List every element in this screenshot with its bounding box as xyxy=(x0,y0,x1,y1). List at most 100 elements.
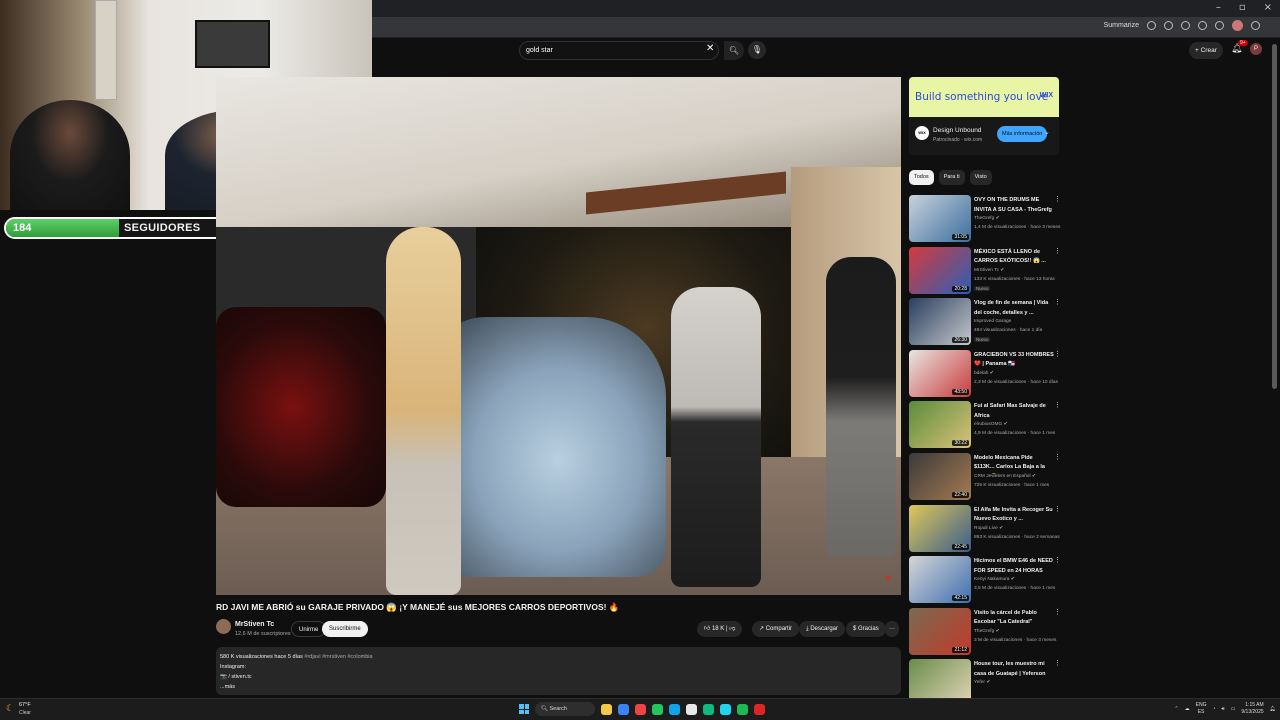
thanks-button[interactable]: $ Gracias xyxy=(846,621,886,637)
more-options-icon[interactable]: ⋮ xyxy=(1054,350,1061,358)
ad-cta-button[interactable]: Más información xyxy=(997,126,1048,142)
more-options-icon[interactable]: ⋮ xyxy=(1054,195,1061,203)
clear-search-icon[interactable]: ✕ xyxy=(706,43,714,54)
extensions-icon[interactable] xyxy=(1198,21,1207,30)
rec-thumbnail[interactable]: 20:28 xyxy=(909,246,971,294)
taskbar-clock[interactable]: 1:15 AM 9/13/2025 xyxy=(1241,702,1263,716)
notification-center-icon[interactable]: 🔔︎ xyxy=(1270,706,1276,712)
rec-channel[interactable]: elrubiusOMG ✔ xyxy=(974,422,1008,427)
more-options-icon[interactable]: ⋮ xyxy=(1054,401,1061,409)
minimize-button[interactable]: – xyxy=(1216,2,1221,13)
more-options-icon[interactable]: ⋮ xyxy=(1054,556,1061,564)
rec-thumbnail[interactable]: 26:30 xyxy=(909,298,971,346)
recommendation-item[interactable]: 22:45 El Alfa Me Invita a Recoger Su Nuev… xyxy=(909,504,1064,557)
rec-title[interactable]: Hicimos el BMW E46 de NEED FOR SPEED en … xyxy=(974,557,1054,576)
description-instagram[interactable]: 📷 / stiven.tc xyxy=(220,672,897,682)
rec-title[interactable]: El Alfa Me Invita a Recoger Su Nuevo Exo… xyxy=(974,506,1054,525)
taskbar-app-icon[interactable] xyxy=(618,703,629,715)
browser-profile-avatar[interactable] xyxy=(1232,20,1243,31)
more-actions-button[interactable]: ··· xyxy=(885,621,899,637)
battery-icon[interactable]: ▭ xyxy=(1231,706,1236,712)
sponsored-ad[interactable]: Build something you love WIX WIX Design … xyxy=(909,77,1059,155)
channel-name[interactable]: MrStiven Tc xyxy=(235,621,274,628)
rec-channel[interactable]: Yefer ✔ xyxy=(974,680,990,685)
taskbar-app-icon[interactable] xyxy=(652,703,663,715)
description-more[interactable]: ...más xyxy=(220,682,897,692)
rec-title[interactable]: Fui al Safari Mas Salvaje de Africa xyxy=(974,402,1054,421)
rec-channel[interactable]: TheGrefg ✔ xyxy=(974,216,1000,221)
search-input[interactable]: gold star xyxy=(519,41,719,60)
tray-chevron-icon[interactable]: ⌃ xyxy=(1174,706,1178,712)
recommendation-item[interactable]: 42:15 Hicimos el BMW E46 de NEED FOR SPEE… xyxy=(909,556,1064,608)
taskbar-app-icon[interactable] xyxy=(720,703,731,715)
rec-title[interactable]: House tour, les muestro mi casa de Guata… xyxy=(974,660,1054,680)
taskbar-app-icon[interactable] xyxy=(669,703,680,715)
star-icon[interactable] xyxy=(1181,21,1190,30)
onedrive-icon[interactable]: ☁ xyxy=(1185,706,1190,712)
extension-icon[interactable] xyxy=(1147,21,1156,30)
create-button[interactable]: + Crear xyxy=(1189,42,1223,59)
rec-title[interactable]: Vlog de fin de semana | Vida del coche, … xyxy=(974,299,1054,318)
taskbar-app-icon[interactable] xyxy=(635,703,646,715)
maximize-button[interactable]: ▫ xyxy=(1239,2,1246,13)
page-scrollbar[interactable] xyxy=(1272,44,1277,389)
recommendation-item[interactable]: 26:30 Vlog de fin de semana | Vida del co… xyxy=(909,298,1064,350)
rec-channel[interactable]: bdelah ✔ xyxy=(974,371,994,376)
taskbar-app-icon[interactable] xyxy=(754,703,765,715)
close-window-button[interactable]: × xyxy=(1264,2,1272,13)
more-options-icon[interactable]: ⋮ xyxy=(1054,608,1061,616)
rec-channel[interactable]: Improved Garage xyxy=(974,319,1011,324)
summarize-extension[interactable]: Summarize xyxy=(1104,22,1139,29)
rec-title[interactable]: MÉXICO ESTÁ LLENO de CARROS EXÓTICOS!! 😱… xyxy=(974,248,1054,267)
rec-title[interactable]: OVY ON THE DRUMS ME INVITA A SU CASA - T… xyxy=(974,196,1054,215)
rec-thumbnail[interactable]: 21:12 xyxy=(909,607,971,655)
rec-thumbnail[interactable]: 22:45 xyxy=(909,504,971,552)
menu-icon[interactable] xyxy=(1251,21,1260,30)
search-button[interactable]: 🔍︎ xyxy=(724,41,744,60)
video-description[interactable]: 580 K visualizaciones hace 5 días #rdjav… xyxy=(216,647,901,695)
subscribe-button[interactable]: Suscribirme xyxy=(322,621,368,637)
rec-channel[interactable]: MrStiven Tc ✔ xyxy=(974,268,1004,273)
share-button[interactable]: ↗ Compartir xyxy=(752,621,800,637)
chip-para-ti[interactable]: Para ti xyxy=(938,170,965,185)
ad-banner[interactable]: Build something you love WIX xyxy=(909,77,1059,117)
taskbar-app-icon[interactable] xyxy=(601,703,612,715)
more-options-icon[interactable]: ⋮ xyxy=(1054,247,1061,255)
volume-icon[interactable]: 🔊︎ xyxy=(1222,706,1225,712)
more-options-icon[interactable]: ⋮ xyxy=(1054,453,1061,461)
rec-thumbnail[interactable]: 22:40 xyxy=(909,452,971,500)
recommendation-item[interactable]: 20:28 MÉXICO ESTÁ LLENO de CARROS EXÓTICO… xyxy=(909,246,1064,299)
video-player[interactable]: ▼ xyxy=(216,77,901,595)
chip-visto[interactable]: Visto xyxy=(969,170,992,185)
rec-thumbnail[interactable]: 43:50 xyxy=(909,349,971,397)
rec-title[interactable]: GRACIEBON VS 33 HOMBRES ❤️ | Panama 🇵🇦 xyxy=(974,351,1054,370)
taskbar-app-icon[interactable] xyxy=(686,703,697,715)
rec-title[interactable]: Visito la cárcel de Pablo Escobar "La Ca… xyxy=(974,609,1054,628)
download-button[interactable]: ⤓ Descargar xyxy=(799,621,846,637)
recommendation-item[interactable]: 43:50 GRACIEBON VS 33 HOMBRES ❤️ | Panama… xyxy=(909,349,1064,402)
rec-channel[interactable]: CRM Jewelers en Español ✔ xyxy=(974,474,1036,479)
channel-avatar[interactable] xyxy=(216,619,231,634)
like-button[interactable]: 👍︎ 18 K | 👎︎ xyxy=(697,621,743,637)
weather-temperature[interactable]: 67°F xyxy=(19,702,31,708)
settings-icon[interactable] xyxy=(1215,21,1224,30)
windows-start-icon[interactable] xyxy=(519,704,529,714)
rec-channel[interactable]: TheGrefg ✔ xyxy=(974,629,1000,634)
wifi-icon[interactable]: ◔ xyxy=(1212,706,1215,712)
more-options-icon[interactable]: ⋮ xyxy=(1054,659,1061,667)
description-tags[interactable]: #rdjavi #mrstiven #colombia xyxy=(304,654,372,660)
rec-channel[interactable]: Rojadi Live ✔ xyxy=(974,526,1003,531)
chevron-down-icon[interactable]: ⌄ xyxy=(1044,128,1050,136)
bookmark-icon[interactable] xyxy=(1164,21,1173,30)
rec-thumbnail[interactable]: 30:22 xyxy=(909,401,971,449)
more-options-icon[interactable]: ⋮ xyxy=(1054,298,1061,306)
recommendation-item[interactable]: 30:22 Fui al Safari Mas Salvaje de Africa… xyxy=(909,401,1064,453)
rec-channel[interactable]: Kenyi Nakamura ✔ xyxy=(974,577,1015,582)
recommendation-item[interactable]: 22:40 Modelo Mexicana Pide $113K... Carlo… xyxy=(909,452,1064,505)
recommendation-item[interactable]: 21:12 Visito la cárcel de Pablo Escobar "… xyxy=(909,607,1064,660)
language-indicator[interactable]: ENG ES xyxy=(1196,702,1207,716)
moon-icon[interactable]: ☾ xyxy=(6,703,14,714)
weather-description[interactable]: Clear xyxy=(19,710,31,716)
rec-title[interactable]: Modelo Mexicana Pide $113K... Carlos La … xyxy=(974,454,1054,474)
thumbs-down-icon[interactable]: 👎︎ xyxy=(729,626,735,632)
